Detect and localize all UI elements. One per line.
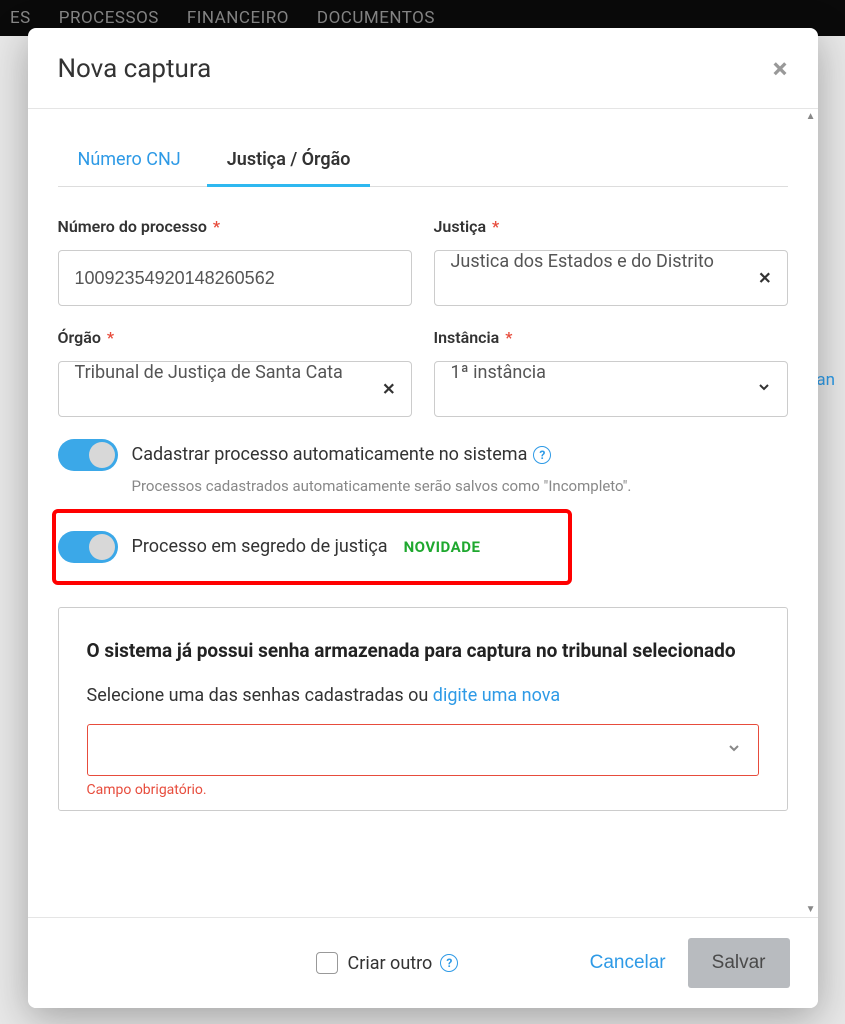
required-indicator: *: [501, 328, 512, 347]
modal-body-scroll[interactable]: ▲ ▼ Número CNJ Justiça / Órgão Número do…: [28, 108, 818, 917]
required-indicator: *: [209, 217, 220, 236]
panel-text: Selecione uma das senhas cadastradas ou …: [87, 685, 759, 706]
select-justica[interactable]: Justica dos Estados e do Distrito: [434, 250, 788, 306]
input-numero-processo[interactable]: [58, 250, 412, 306]
modal-footer: Criar outro ? Cancelar Salvar: [28, 917, 818, 1008]
toggle-row-segredo: Processo em segredo de justiça NOVIDADE: [58, 531, 558, 563]
toggle-auto-cadastrar[interactable]: [58, 439, 118, 471]
error-message: Campo obrigatório.: [87, 782, 759, 798]
clear-icon[interactable]: ✕: [382, 380, 395, 399]
link-digite-nova[interactable]: digite uma nova: [433, 685, 560, 706]
select-instancia[interactable]: 1ª instância: [434, 361, 788, 417]
panel-title: O sistema já possui senha armazenada par…: [87, 638, 759, 665]
highlighted-annotation: Processo em segredo de justiça NOVIDADE: [52, 509, 572, 585]
modal-nova-captura: Nova captura × ▲ ▼ Número CNJ Justiça / …: [28, 28, 818, 1008]
scroll-down-icon[interactable]: ▼: [806, 904, 816, 915]
toggle-segredo-justica[interactable]: [58, 531, 118, 563]
scroll-up-icon[interactable]: ▲: [806, 111, 816, 122]
cancel-button[interactable]: Cancelar: [590, 952, 666, 974]
modal-title: Nova captura: [58, 54, 212, 84]
label-instancia: Instância *: [434, 328, 788, 347]
tab-numero-cnj[interactable]: Número CNJ: [58, 137, 201, 187]
toggle-hint-auto: Processos cadastrados automaticamente se…: [132, 477, 788, 495]
select-senha[interactable]: [87, 724, 759, 776]
toggle-label-segredo: Processo em segredo de justiça NOVIDADE: [132, 531, 481, 563]
tab-justica-orgao[interactable]: Justiça / Órgão: [207, 137, 371, 187]
label-numero-processo: Número do processo *: [58, 217, 412, 236]
modal-overlay: Nova captura × ▲ ▼ Número CNJ Justiça / …: [0, 0, 845, 1024]
checkbox-criar-outro[interactable]: [316, 952, 338, 974]
select-orgao[interactable]: Tribunal de Justiça de Santa Cata: [58, 361, 412, 417]
clear-icon[interactable]: ✕: [758, 269, 771, 288]
toggle-row-auto-cadastrar: Cadastrar processo automaticamente no si…: [58, 439, 788, 471]
close-icon[interactable]: ×: [773, 55, 788, 83]
label-orgao: Órgão *: [58, 328, 412, 347]
novidade-badge: NOVIDADE: [404, 531, 481, 563]
toggle-label-auto: Cadastrar processo automaticamente no si…: [132, 439, 552, 471]
scrollbar[interactable]: ▲ ▼: [806, 109, 816, 917]
checkbox-label-criar-outro: Criar outro ?: [348, 953, 459, 974]
chevron-down-icon: [726, 740, 742, 760]
help-icon[interactable]: ?: [533, 446, 551, 464]
tabs: Número CNJ Justiça / Órgão: [58, 137, 788, 187]
help-icon[interactable]: ?: [440, 954, 458, 972]
required-indicator: *: [488, 217, 499, 236]
save-button[interactable]: Salvar: [688, 938, 790, 988]
modal-header: Nova captura ×: [28, 28, 818, 108]
senha-panel: O sistema já possui senha armazenada par…: [58, 607, 788, 811]
required-indicator: *: [103, 328, 114, 347]
label-justica: Justiça *: [434, 217, 788, 236]
